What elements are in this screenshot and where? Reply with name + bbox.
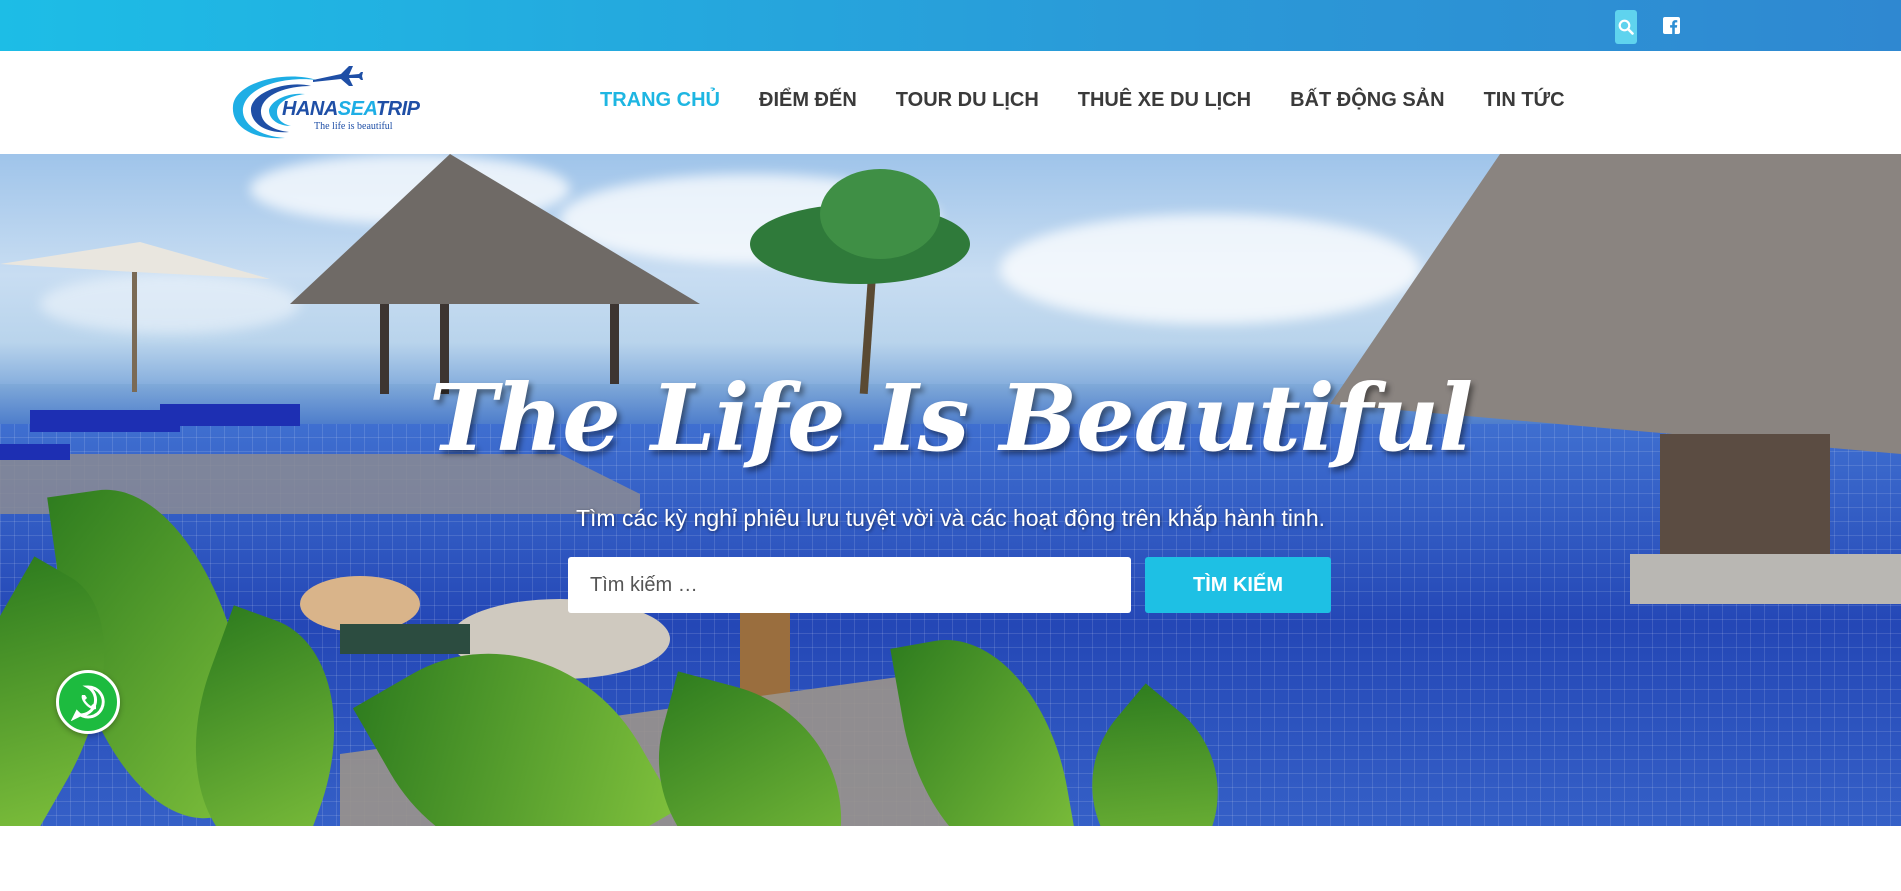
nav-item-destinations[interactable]: ĐIỂM ĐẾN <box>759 89 857 112</box>
nav-item-car-rental[interactable]: THUÊ XE DU LỊCH <box>1078 89 1251 112</box>
logo-brand-part1: HANA <box>282 98 338 120</box>
hero-search-button[interactable]: TÌM KIẾM <box>1145 557 1331 613</box>
facebook-icon[interactable] <box>1662 16 1680 34</box>
whatsapp-icon[interactable] <box>56 670 120 734</box>
site-header: HANASEATRIP The life is beautiful TRANG … <box>0 51 1901 154</box>
nav-item-real-estate[interactable]: BẤT ĐỘNG SẢN <box>1290 89 1444 112</box>
search-icon[interactable] <box>1615 10 1637 44</box>
hero-title: The Life Is Beautiful <box>428 364 1473 472</box>
logo-brand-part2: SEA <box>337 98 377 120</box>
hero-search-input[interactable] <box>568 557 1131 613</box>
hero-subtitle: Tìm các kỳ nghỉ phiêu lưu tuyệt vời và c… <box>575 505 1326 531</box>
nav-item-news[interactable]: TIN TỨC <box>1484 89 1565 112</box>
site-logo[interactable]: HANASEATRIP The life is beautiful <box>225 64 435 144</box>
hero-banner: The Life Is Beautiful Tìm các kỳ nghỉ ph… <box>0 154 1901 826</box>
top-bar <box>0 0 1901 51</box>
main-nav: TRANG CHỦ ĐIỂM ĐẾN TOUR DU LỊCH THUÊ XE … <box>600 89 1604 112</box>
logo-tagline: The life is beautiful <box>314 121 393 132</box>
logo-brand: HANASEATRIP <box>282 98 420 121</box>
logo-brand-part3: TRIP <box>375 98 420 120</box>
airplane-icon <box>313 66 363 86</box>
nav-item-home[interactable]: TRANG CHỦ <box>600 89 720 112</box>
nav-item-tours[interactable]: TOUR DU LỊCH <box>896 89 1039 112</box>
